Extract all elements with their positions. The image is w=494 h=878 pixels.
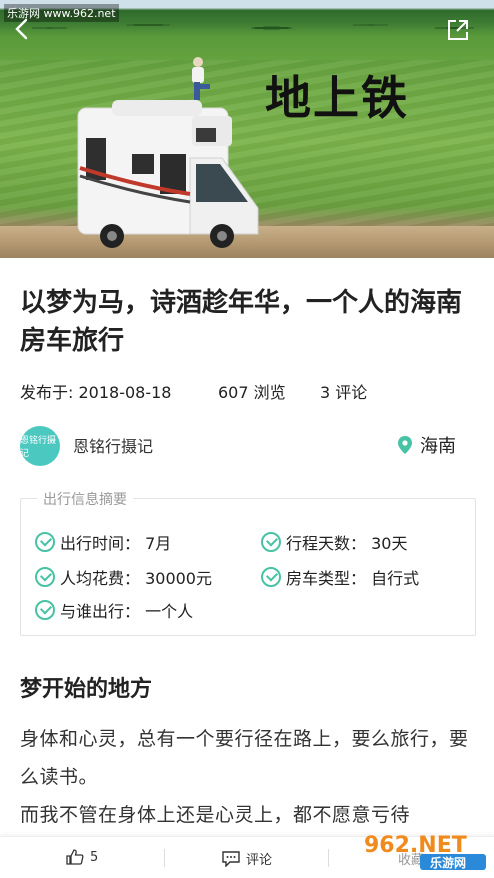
author-name[interactable]: 恩铭行摄记 xyxy=(73,433,153,457)
hero-banner: 乐游网 www.962.net 地上铁 xyxy=(0,0,494,258)
summary-item-days: 行程天数： 30天 xyxy=(261,530,407,554)
trip-summary-box: 出行信息摘要 出行时间： 7月 行程天数： 30天 人均花费： 30000元 房… xyxy=(20,489,476,636)
paragraph: 身体和心灵，总有一个要行径在路上，要么旅行，要么读书。 xyxy=(20,728,469,788)
location-pin-icon xyxy=(398,436,412,454)
check-icon xyxy=(35,600,55,620)
summary-item-time: 出行时间： 7月 xyxy=(35,530,171,554)
location: 海南 xyxy=(398,432,456,458)
summary-label: 出行信息摘要 xyxy=(37,489,133,509)
comment-icon xyxy=(222,850,240,867)
logo-subtext: 乐游网 xyxy=(430,855,466,870)
check-icon xyxy=(261,567,281,587)
location-label: 海南 xyxy=(420,436,456,457)
comment-label: 评论 xyxy=(246,853,273,868)
article-body: 身体和心灵，总有一个要行径在路上，要么旅行，要么读书。 而我不管在身体上还是心灵… xyxy=(20,720,480,834)
article-meta: 发布于: 2018-08-18 607 浏览 3 评论 xyxy=(20,379,367,403)
view-count: 607 浏览 xyxy=(218,383,286,402)
check-icon xyxy=(35,532,55,552)
person-figure xyxy=(192,57,210,100)
divider xyxy=(328,849,329,867)
summary-item-rv-type: 房车类型： 自行式 xyxy=(261,565,419,589)
comment-count: 3 评论 xyxy=(320,383,368,402)
hero-title: 地上铁 xyxy=(265,71,409,125)
summary-item-companion: 与谁出行： 一个人 xyxy=(35,598,193,622)
thumbs-up-icon xyxy=(66,849,84,865)
rv-illustration xyxy=(77,100,259,248)
article-title: 以梦为马，诗酒趁年华，一个人的海南房车旅行 xyxy=(20,288,463,356)
like-button[interactable]: 5 xyxy=(66,849,98,865)
divider xyxy=(164,849,165,867)
share-icon[interactable] xyxy=(446,18,470,42)
comment-button[interactable]: 评论 xyxy=(222,849,272,868)
check-icon xyxy=(35,567,55,587)
back-arrow-icon[interactable] xyxy=(10,16,36,42)
publish-date: 发布于: 2018-08-18 xyxy=(20,383,172,402)
summary-item-cost: 人均花费： 30000元 xyxy=(35,565,212,589)
author-row: 恩铭行摄记 恩铭行摄记 海南 xyxy=(20,426,476,466)
site-logo: 962.NET 乐游网 xyxy=(364,833,486,870)
like-count: 5 xyxy=(90,849,99,865)
check-icon xyxy=(261,532,281,552)
avatar[interactable]: 恩铭行摄记 xyxy=(20,426,60,466)
section-title: 梦开始的地方 xyxy=(20,677,153,702)
